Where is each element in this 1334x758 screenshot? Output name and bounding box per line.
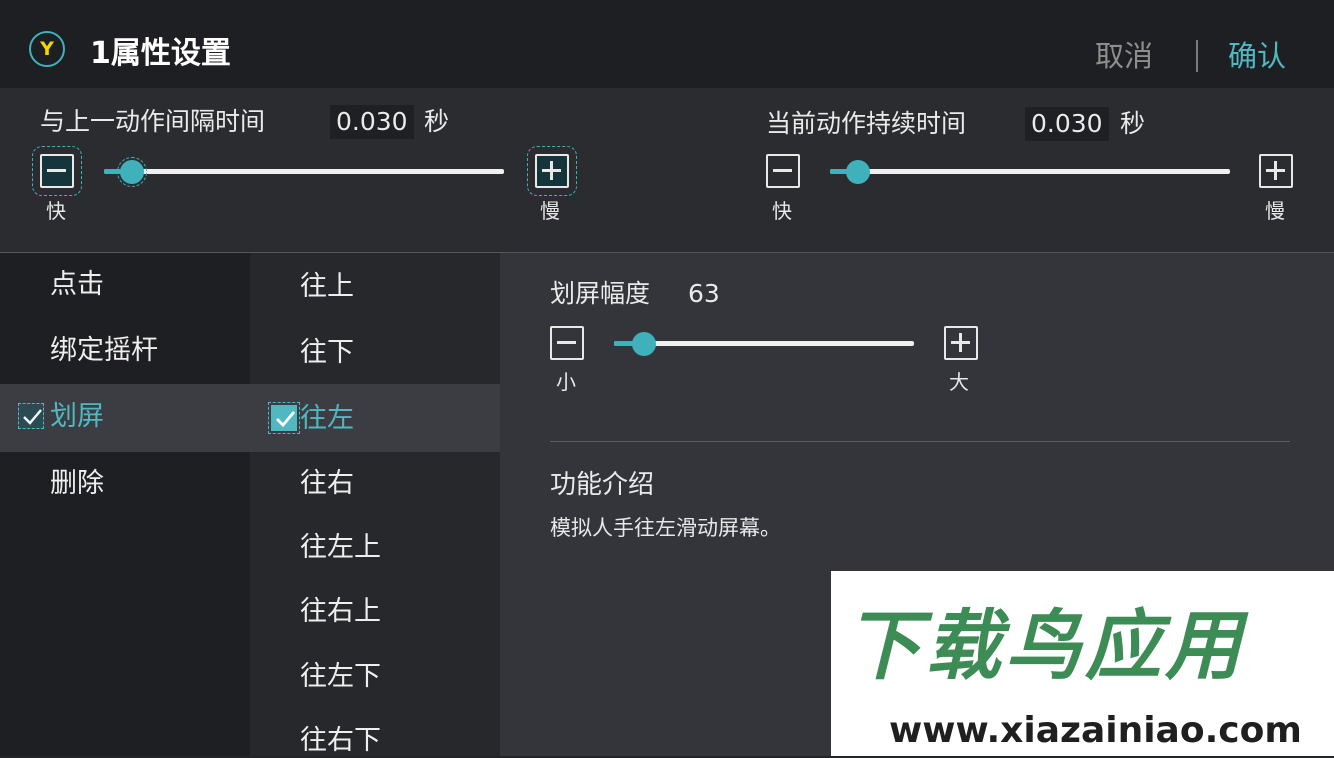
interval-slider-track[interactable] <box>104 169 504 174</box>
minus-icon <box>773 169 792 172</box>
duration-plus-button[interactable] <box>1259 154 1293 188</box>
interval-slider-knob[interactable] <box>117 157 147 187</box>
confirm-button[interactable]: 确认 <box>1228 36 1286 76</box>
header-divider <box>1196 40 1198 72</box>
watermark: 下载鸟应用 www.xiazainiao.com <box>831 571 1334 756</box>
action-item-swipe[interactable]: 划屏 <box>50 400 104 434</box>
duration-unit: 秒 <box>1120 109 1146 138</box>
duration-minus-label: 快 <box>772 199 792 223</box>
duration-minus-button[interactable] <box>766 154 800 188</box>
direction-item-right[interactable]: 往右 <box>300 467 354 501</box>
minus-icon <box>47 169 66 172</box>
interval-minus-label: 快 <box>46 199 66 223</box>
action-type-list <box>0 253 250 756</box>
timing-section: 与上一动作间隔时间 0.030 秒 快 慢 当前动作持续时间 0.030 秒 快… <box>0 88 1334 253</box>
minus-icon <box>557 341 576 344</box>
logo-icon: Y <box>29 31 65 67</box>
interval-value[interactable]: 0.030 <box>330 105 414 139</box>
interval-unit: 秒 <box>424 107 450 136</box>
swipe-plus-button[interactable] <box>944 326 978 360</box>
plus-icon <box>550 161 553 180</box>
intro-text: 模拟人手往左滑动屏幕。 <box>550 516 781 540</box>
direction-left-checkbox[interactable] <box>268 402 300 434</box>
swipe-amplitude-value: 63 <box>688 279 720 308</box>
intro-heading: 功能介绍 <box>550 470 655 500</box>
interval-plus-button[interactable] <box>527 146 577 196</box>
direction-item-down-right[interactable]: 往右下 <box>300 724 381 758</box>
plus-icon <box>959 333 962 352</box>
swipe-slider-track[interactable] <box>614 341 914 346</box>
swipe-plus-label: 大 <box>949 370 969 394</box>
direction-item-up-left[interactable]: 往左上 <box>300 531 381 565</box>
header-bar: Y 1属性设置 取消 确认 <box>0 0 1334 88</box>
action-swipe-checkbox[interactable] <box>18 403 44 429</box>
watermark-url: www.xiazainiao.com <box>889 710 1302 751</box>
action-item-bind-joystick[interactable]: 绑定摇杆 <box>50 334 158 368</box>
direction-item-down-left[interactable]: 往左下 <box>300 660 381 694</box>
swipe-minus-button[interactable] <box>550 326 584 360</box>
swipe-slider-knob[interactable] <box>632 332 656 356</box>
interval-label: 与上一动作间隔时间 <box>40 107 266 136</box>
duration-slider-knob[interactable] <box>846 160 870 184</box>
logo-letter: Y <box>40 38 54 60</box>
page-title: 1属性设置 <box>90 36 231 71</box>
swipe-amplitude-label: 划屏幅度 <box>550 279 651 308</box>
cancel-button[interactable]: 取消 <box>1095 36 1153 76</box>
check-icon <box>23 409 42 425</box>
direction-item-left[interactable]: 往左 <box>300 402 354 436</box>
direction-item-up-right[interactable]: 往右上 <box>300 595 381 629</box>
check-icon <box>276 411 296 428</box>
interval-plus-label: 慢 <box>540 199 560 223</box>
action-item-tap[interactable]: 点击 <box>50 268 104 302</box>
interval-minus-button[interactable] <box>32 146 82 196</box>
detail-divider <box>550 441 1290 442</box>
action-item-delete[interactable]: 删除 <box>50 467 104 501</box>
direction-item-up[interactable]: 往上 <box>300 270 354 304</box>
duration-plus-label: 慢 <box>1265 199 1285 223</box>
watermark-brand: 下载鸟应用 <box>845 601 1245 690</box>
duration-slider-track[interactable] <box>830 169 1230 174</box>
direction-item-down[interactable]: 往下 <box>300 336 354 370</box>
swipe-minus-label: 小 <box>556 370 576 394</box>
duration-value[interactable]: 0.030 <box>1025 107 1109 141</box>
plus-icon <box>1274 161 1277 180</box>
duration-label: 当前动作持续时间 <box>766 109 967 138</box>
